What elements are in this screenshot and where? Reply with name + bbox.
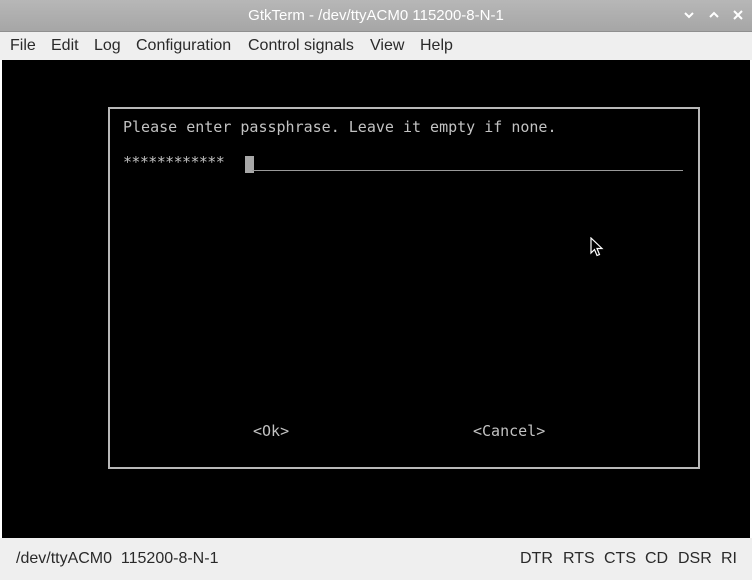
status-bar: /dev/ttyACM0 115200-8-N-1 DTR RTS CTS CD… — [0, 538, 752, 580]
menu-file[interactable]: File — [10, 37, 36, 55]
cancel-button[interactable]: <Cancel> — [473, 422, 545, 440]
ok-button[interactable]: <Ok> — [253, 422, 289, 440]
terminal-area[interactable]: Please enter passphrase. Leave it empty … — [2, 60, 750, 538]
minimize-button[interactable] — [681, 7, 697, 23]
signal-rts: RTS — [563, 550, 595, 567]
window-title: GtkTerm - /dev/ttyACM0 115200-8-N-1 — [248, 7, 504, 24]
menu-bar: File Edit Log Configuration Control sign… — [0, 32, 752, 60]
close-icon — [733, 10, 743, 20]
passphrase-input[interactable]: ************ — [123, 153, 225, 171]
menu-log[interactable]: Log — [94, 37, 121, 55]
maximize-button[interactable] — [706, 7, 722, 23]
passphrase-prompt: Please enter passphrase. Leave it empty … — [123, 118, 557, 136]
chevron-down-icon — [684, 12, 694, 19]
signal-cts: CTS — [604, 550, 636, 567]
signal-dsr: DSR — [678, 550, 712, 567]
window-titlebar[interactable]: GtkTerm - /dev/ttyACM0 115200-8-N-1 — [0, 0, 752, 32]
menu-control-signals[interactable]: Control signals — [248, 37, 354, 55]
menu-view[interactable]: View — [370, 37, 404, 55]
mouse-pointer-icon — [590, 237, 604, 257]
menu-edit[interactable]: Edit — [51, 37, 79, 55]
input-underline — [252, 170, 683, 171]
signal-ri: RI — [721, 550, 737, 567]
signal-cd: CD — [645, 550, 669, 567]
menu-help[interactable]: Help — [420, 37, 453, 55]
signal-dtr: DTR — [520, 550, 553, 567]
close-button[interactable] — [730, 7, 746, 23]
port-status: /dev/ttyACM0 115200-8-N-1 — [16, 550, 219, 567]
chevron-up-icon — [709, 11, 719, 18]
menu-configuration[interactable]: Configuration — [136, 37, 231, 55]
